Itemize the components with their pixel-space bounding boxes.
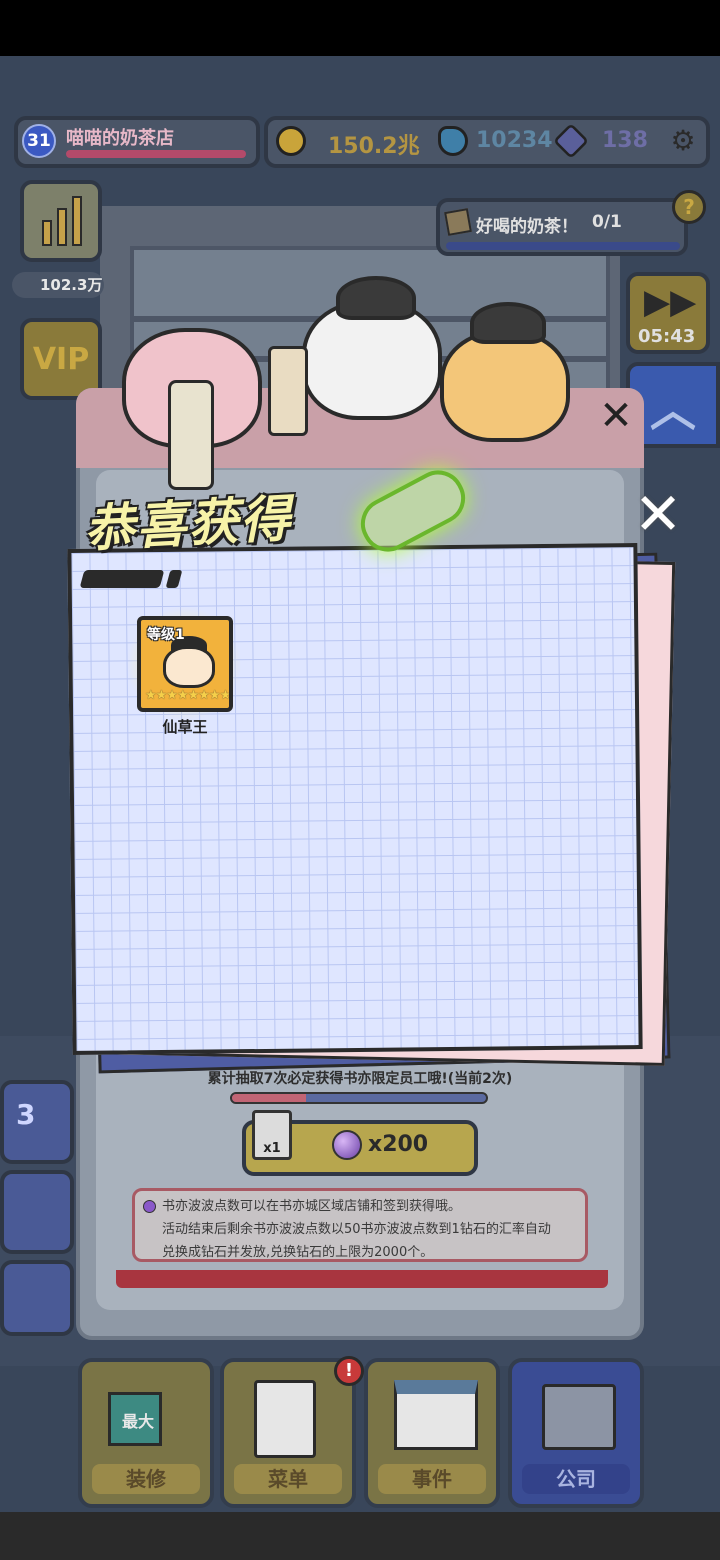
tab-company[interactable]: 公司 xyxy=(508,1358,644,1508)
ticket-icon: x1 xyxy=(252,1110,292,1160)
reward-card[interactable]: 等级1 ★★★★★★★★ xyxy=(137,616,233,712)
fast-forward-icon: ▶▶ xyxy=(644,282,697,322)
congratulations-title: 恭喜获得 xyxy=(82,489,294,559)
event-close-icon[interactable]: ✕ xyxy=(598,396,634,436)
quest-text: 好喝的奶茶！ xyxy=(476,217,578,237)
reward-level: 等级1 xyxy=(147,627,185,643)
quest-icon xyxy=(444,208,472,236)
help-icon[interactable]: ? xyxy=(672,190,706,224)
store-name: 喵喵的奶茶店 xyxy=(66,128,174,149)
info-box: 书亦波波点数可以在书亦城区域店铺和签到获得哦。 活动结束后剩余书亦波波点数以50… xyxy=(132,1188,588,1262)
bar-chart-icon xyxy=(57,208,67,246)
quest-panel[interactable]: 好喝的奶茶！ 0/1 xyxy=(436,198,688,256)
store-progress-bar xyxy=(66,150,246,158)
status-bar xyxy=(0,0,720,56)
token-value: 10234 xyxy=(476,128,553,153)
stats-button[interactable] xyxy=(20,180,102,262)
tab-menu-label: 菜单 xyxy=(234,1464,342,1494)
info-line-2: 活动结束后剩余书亦波波点数以50书亦波波点数到1钻石的汇率自动 xyxy=(162,1222,551,1237)
timer: 05:43 xyxy=(638,326,696,347)
level-badge: 31 xyxy=(22,124,56,158)
gold-value: 150.2兆 xyxy=(328,134,420,159)
drink-cup xyxy=(268,346,308,436)
bar-chart-icon xyxy=(42,220,52,246)
menu-alert-badge: ! xyxy=(334,1356,364,1386)
income-rate: 102.3万 xyxy=(12,272,104,298)
reward-name: 仙草王 xyxy=(162,718,208,736)
info-line-3: 兑换成钻石并发放,兑换钻石的上限为2000个。 xyxy=(162,1245,434,1260)
tab-decorate-label: 装修 xyxy=(92,1464,200,1494)
tab-events-label: 事件 xyxy=(378,1464,486,1494)
bar-chart-icon xyxy=(72,196,82,246)
max-label: 最大 xyxy=(122,1412,155,1431)
cup-button[interactable] xyxy=(0,1170,74,1254)
bubble-point-icon xyxy=(332,1130,362,1160)
info-text: 书亦波波点数可以在书亦城区域店铺和签到获得哦。 xyxy=(162,1199,462,1214)
token-icon xyxy=(438,126,468,156)
register-icon xyxy=(542,1384,616,1450)
panel-bottom-strip xyxy=(116,1270,608,1288)
search-staff-button[interactable]: 3 xyxy=(0,1080,74,1164)
quest-progress: 0/1 xyxy=(592,212,622,232)
cat-face-icon xyxy=(163,646,215,688)
cat-hat xyxy=(336,276,416,320)
info-line-1: 书亦波波点数可以在书亦城区域店铺和签到获得哦。 xyxy=(143,1195,577,1218)
cat-hat xyxy=(470,302,546,344)
fast-forward-button[interactable]: ▶▶ 05:43 xyxy=(626,272,710,354)
menu-document-icon xyxy=(254,1380,316,1458)
tea-cup xyxy=(168,380,214,490)
sheet-tab xyxy=(79,570,165,588)
close-icon[interactable]: ✕ xyxy=(630,485,686,543)
tab-decorate[interactable]: 最大 装修 xyxy=(78,1358,214,1508)
gold-coin-icon xyxy=(276,126,306,156)
gem-value: 138 xyxy=(602,128,648,153)
navigation-bar xyxy=(0,1512,720,1560)
calendar-icon xyxy=(394,1380,478,1450)
tab-company-label: 公司 xyxy=(522,1464,630,1494)
draw-cost: x200 xyxy=(368,1132,429,1157)
quest-progress-bar xyxy=(446,242,680,250)
star-rating: ★★★★★★★★ xyxy=(145,688,231,703)
gear-icon[interactable]: ⚙ xyxy=(668,126,698,156)
draw-progress-bar xyxy=(230,1092,488,1104)
orange-cat xyxy=(440,330,570,442)
draw-guarantee-text: 累计抽取7次必定获得书亦限定员工哦!(当前2次) xyxy=(207,1071,513,1087)
chevron-up-icon: ︿ xyxy=(650,383,696,437)
tab-menu[interactable]: 菜单 xyxy=(220,1358,356,1508)
tab-events[interactable]: 事件 xyxy=(364,1358,500,1508)
register-button[interactable] xyxy=(0,1260,74,1336)
draw-progress-fill xyxy=(232,1094,306,1102)
bubble-point-icon xyxy=(143,1200,156,1213)
